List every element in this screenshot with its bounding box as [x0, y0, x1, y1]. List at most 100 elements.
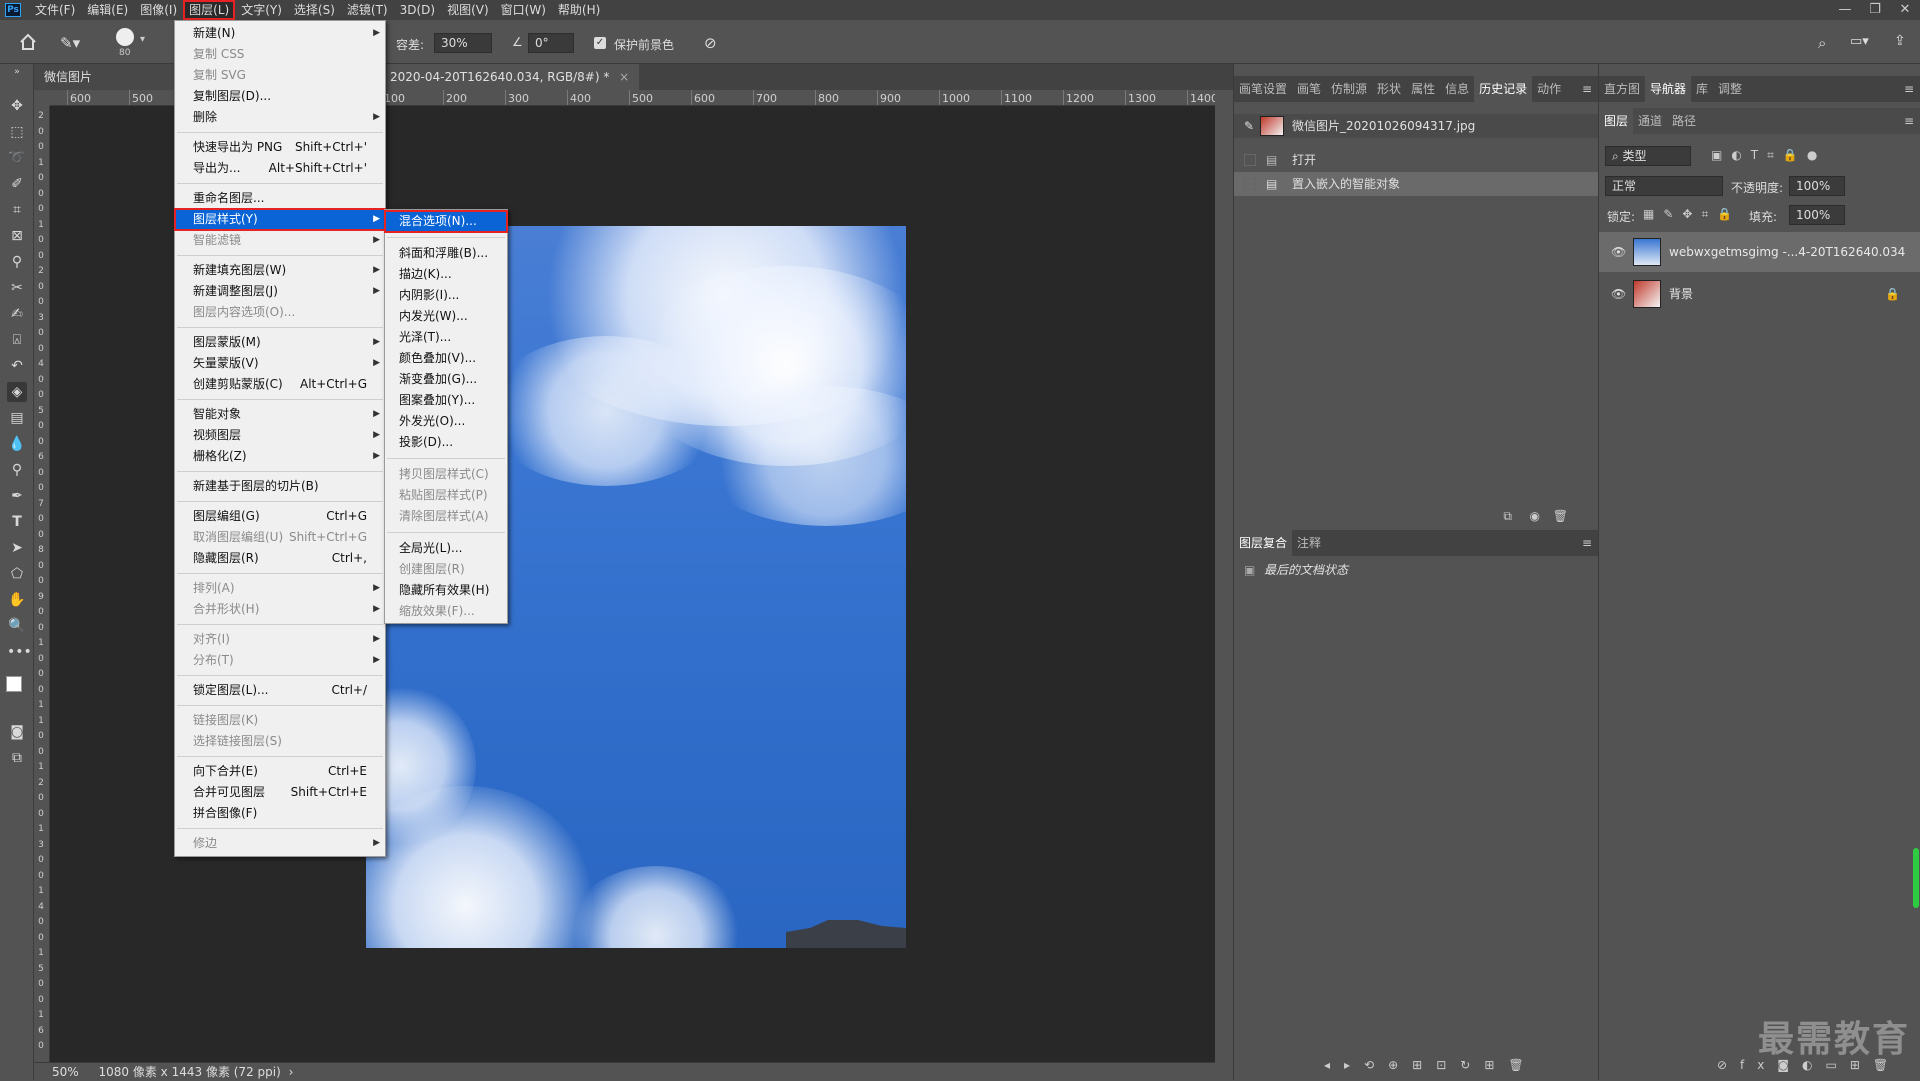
history-checkbox[interactable]	[1244, 154, 1256, 166]
style-menu-item[interactable]: 全局光(L)...	[385, 538, 507, 559]
close-button[interactable]: ✕	[1890, 0, 1920, 20]
layer-name[interactable]: webwxgetmsgimg -...4-20T162640.034	[1669, 232, 1905, 272]
frame-tool-icon[interactable]: ⊠	[7, 226, 27, 246]
brush-dropdown-icon[interactable]: ▾	[140, 34, 145, 45]
layer-menu-item[interactable]: 创建剪贴蒙版(C) Alt+Ctrl+G	[175, 374, 385, 395]
menu-9[interactable]: 窗口(W)	[495, 0, 552, 20]
crop-tool-icon[interactable]: ⌗	[7, 200, 27, 220]
layer-menu-item[interactable]: 新建填充图层(W) ▶	[175, 260, 385, 281]
style-menu-item[interactable]: 图案叠加(Y)...	[385, 390, 507, 411]
style-menu-item[interactable]: 投影(D)...	[385, 432, 507, 453]
menu-1[interactable]: 编辑(E)	[81, 0, 134, 20]
menu-8[interactable]: 视图(V)	[441, 0, 495, 20]
layer-filter-select[interactable]: ⌕ 类型	[1605, 146, 1691, 166]
panel-tab[interactable]: 信息	[1440, 76, 1474, 102]
status-arrow-icon[interactable]: ›	[289, 1065, 294, 1079]
history-snapshot[interactable]: ✎ 微信图片_20201026094317.jpg	[1234, 114, 1598, 138]
search-icon[interactable]: ⌕	[1818, 34, 1826, 52]
layer-menu-item[interactable]: 新建(N) ▶	[175, 23, 385, 44]
panel-tab[interactable]: 路径	[1667, 108, 1701, 134]
layer-row-selected[interactable]: 👁 webwxgetmsgimg -...4-20T162640.034	[1599, 232, 1920, 272]
collapse-toolbar-icon[interactable]: »	[7, 62, 27, 82]
pressure-icon[interactable]: ⊘	[704, 34, 717, 52]
new-document-from-state-icon[interactable]: ⧉	[1503, 509, 1512, 524]
navigator-menu-icon[interactable]: ≡	[1904, 82, 1914, 96]
visibility-eye-icon[interactable]: 👁	[1611, 287, 1626, 301]
style-menu-item[interactable]: 颜色叠加(V)...	[385, 348, 507, 369]
layer-menu-item[interactable]: 新建基于图层的切片(B)	[175, 476, 385, 497]
lock-icons[interactable]: ▦✎✥⌗🔒	[1643, 207, 1741, 222]
layer-menu-item[interactable]: 新建调整图层(J) ▶	[175, 281, 385, 302]
home-icon[interactable]	[18, 32, 38, 52]
layer-name[interactable]: 背景	[1669, 274, 1693, 314]
dodge-tool-icon[interactable]: ⚲	[7, 460, 27, 480]
panel-tab[interactable]: 导航器	[1645, 76, 1692, 102]
filter-icons[interactable]: ▣◐T⌗🔒●	[1711, 148, 1826, 163]
style-menu-item[interactable]: 隐藏所有效果(H)	[385, 580, 507, 601]
layer-row[interactable]: 👁 背景 🔒	[1599, 274, 1920, 314]
layer-menu-item[interactable]: 复制图层(D)...	[175, 86, 385, 107]
layer-menu-item[interactable]: 拼合图像(F)	[175, 803, 385, 824]
comps-panel-menu-icon[interactable]: ≡	[1582, 536, 1592, 550]
layer-menu-item[interactable]: 智能对象 ▶	[175, 404, 385, 425]
share-icon[interactable]: ⇪	[1894, 33, 1906, 49]
layer-menu-item[interactable]: 合并可见图层 Shift+Ctrl+E	[175, 782, 385, 803]
style-menu-item[interactable]: 外发光(O)...	[385, 411, 507, 432]
layer-menu-item[interactable]: 隐藏图层(R) Ctrl+,	[175, 548, 385, 569]
hand-tool-icon[interactable]: ✋	[7, 590, 27, 610]
workspace-icon[interactable]: ▭▾	[1850, 34, 1869, 49]
layer-menu-item[interactable]: 快速导出为 PNG Shift+Ctrl+'	[175, 137, 385, 158]
minimize-button[interactable]: —	[1830, 0, 1860, 20]
layers-menu-icon[interactable]: ≡	[1904, 114, 1914, 128]
panel-tab[interactable]: 动作	[1532, 76, 1566, 102]
layer-menu-item[interactable]: 栅格化(Z) ▶	[175, 446, 385, 467]
menu-0[interactable]: 文件(F)	[29, 0, 81, 20]
layer-menu-item[interactable]: 向下合并(E) Ctrl+E	[175, 761, 385, 782]
layer-menu-item[interactable]: 图层样式(Y) ▶	[174, 208, 386, 231]
layer-menu-item[interactable]: 锁定图层(L)... Ctrl+/	[175, 680, 385, 701]
healing-tool-icon[interactable]: ✂	[7, 278, 27, 298]
panel-tab[interactable]: 库	[1691, 76, 1713, 102]
history-brush-tool-icon[interactable]: ↶	[7, 356, 27, 376]
panel-tab[interactable]: 仿制源	[1326, 76, 1372, 102]
panel-tab[interactable]: 历史记录	[1474, 76, 1533, 102]
panel-tab[interactable]: 画笔设置	[1234, 76, 1292, 102]
menu-2[interactable]: 图像(I)	[134, 0, 183, 20]
layer-menu-item[interactable]: 图层蒙版(M) ▶	[175, 332, 385, 353]
panel-tab[interactable]: 属性	[1406, 76, 1440, 102]
zoom-tool-icon[interactable]: 🔍	[7, 616, 27, 636]
menu-10[interactable]: 帮助(H)	[552, 0, 606, 20]
snapshot-camera-icon[interactable]: ◉	[1530, 509, 1540, 523]
document-tab-2[interactable]: 2020-04-20T162640.034, RGB/8#) * ×	[380, 64, 640, 90]
pen-tool-icon[interactable]: ✒	[7, 486, 27, 506]
menu-5[interactable]: 选择(S)	[288, 0, 341, 20]
layer-menu-item[interactable]: 删除 ▶	[175, 107, 385, 128]
opacity-input[interactable]: 100%	[1789, 176, 1845, 196]
eyedropper-tool-icon[interactable]: ⚲	[7, 252, 27, 272]
protect-foreground-checkbox[interactable]: ✓	[594, 37, 606, 49]
type-tool-icon[interactable]: T	[7, 512, 27, 532]
more-tools-icon[interactable]: •••	[7, 642, 32, 662]
panel-tab[interactable]: 图层	[1599, 108, 1634, 134]
panel-tab[interactable]: 注释	[1292, 530, 1326, 556]
panel-menu-icon[interactable]: ≡	[1582, 82, 1592, 96]
layer-comp-item[interactable]: ▣ 最后的文档状态	[1234, 558, 1598, 582]
history-item-selected[interactable]: ▤ 置入嵌入的智能对象	[1234, 172, 1598, 196]
layer-menu-item[interactable]: 矢量蒙版(V) ▶	[175, 353, 385, 374]
tool-preset-icon[interactable]: ✎▾	[60, 34, 80, 52]
restore-button[interactable]: ❐	[1860, 0, 1890, 20]
style-menu-item[interactable]: 光泽(T)...	[385, 327, 507, 348]
blend-mode-select[interactable]: 正常	[1605, 176, 1723, 196]
panel-tab[interactable]: 图层复合	[1234, 530, 1293, 556]
visibility-eye-icon[interactable]: 👁	[1611, 245, 1626, 259]
gradient-tool-icon[interactable]: ▤	[7, 408, 27, 428]
scroll-indicator[interactable]	[1913, 848, 1919, 908]
shape-tool-icon[interactable]: ⬠	[7, 564, 27, 584]
comps-bottom-icons[interactable]: ◂▸⟲⊕⊞⊡↻⊞🗑	[1324, 1058, 1538, 1072]
panel-tab[interactable]: 调整	[1713, 76, 1747, 102]
path-select-tool-icon[interactable]: ➤	[7, 538, 27, 558]
delete-state-icon[interactable]: 🗑	[1553, 509, 1568, 523]
layer-menu-item[interactable]: 重命名图层...	[175, 188, 385, 209]
brush-source-icon[interactable]: ✎	[1244, 114, 1254, 138]
lasso-tool-icon[interactable]: ➰	[7, 148, 27, 168]
